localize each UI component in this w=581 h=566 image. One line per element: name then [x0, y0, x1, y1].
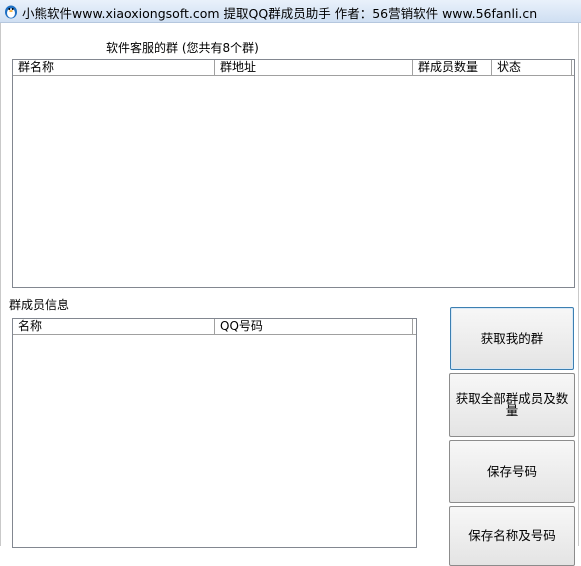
members-list-header: 名称 QQ号码: [13, 319, 416, 335]
groups-list-header: 群名称 群地址 群成员数量 状态: [13, 60, 574, 76]
main-window-client: 软件客服的群 (您共有8个群) 群名称 群地址 群成员数量 状态 群成员信息 名…: [0, 23, 581, 566]
frame-left-border: [0, 23, 1, 546]
column-header-status[interactable]: 状态: [492, 60, 572, 75]
groups-list[interactable]: 群名称 群地址 群成员数量 状态: [12, 59, 575, 288]
save-names-numbers-button[interactable]: 保存名称及号码: [449, 506, 575, 566]
save-numbers-button[interactable]: 保存号码: [449, 440, 575, 503]
groups-section-label: 软件客服的群 (您共有8个群): [106, 41, 259, 55]
column-header-qq-number[interactable]: QQ号码: [215, 319, 413, 334]
members-list[interactable]: 名称 QQ号码: [12, 318, 417, 548]
title-bar[interactable]: 小熊软件www.xiaoxiongsoft.com 提取QQ群成员助手 作者：5…: [0, 0, 581, 23]
members-section-label: 群成员信息: [9, 298, 70, 312]
window-title: 小熊软件www.xiaoxiongsoft.com 提取QQ群成员助手 作者：5…: [22, 6, 538, 21]
frame-right-border: [578, 23, 579, 546]
column-header-group-name[interactable]: 群名称: [13, 60, 215, 75]
get-my-groups-button[interactable]: 获取我的群: [450, 307, 574, 370]
column-header-member-count[interactable]: 群成员数量: [413, 60, 492, 75]
get-all-members-button[interactable]: 获取全部群成员及数量: [449, 373, 575, 437]
penguin-icon: [5, 5, 17, 19]
column-header-member-name[interactable]: 名称: [13, 319, 215, 334]
column-header-group-address[interactable]: 群地址: [215, 60, 413, 75]
